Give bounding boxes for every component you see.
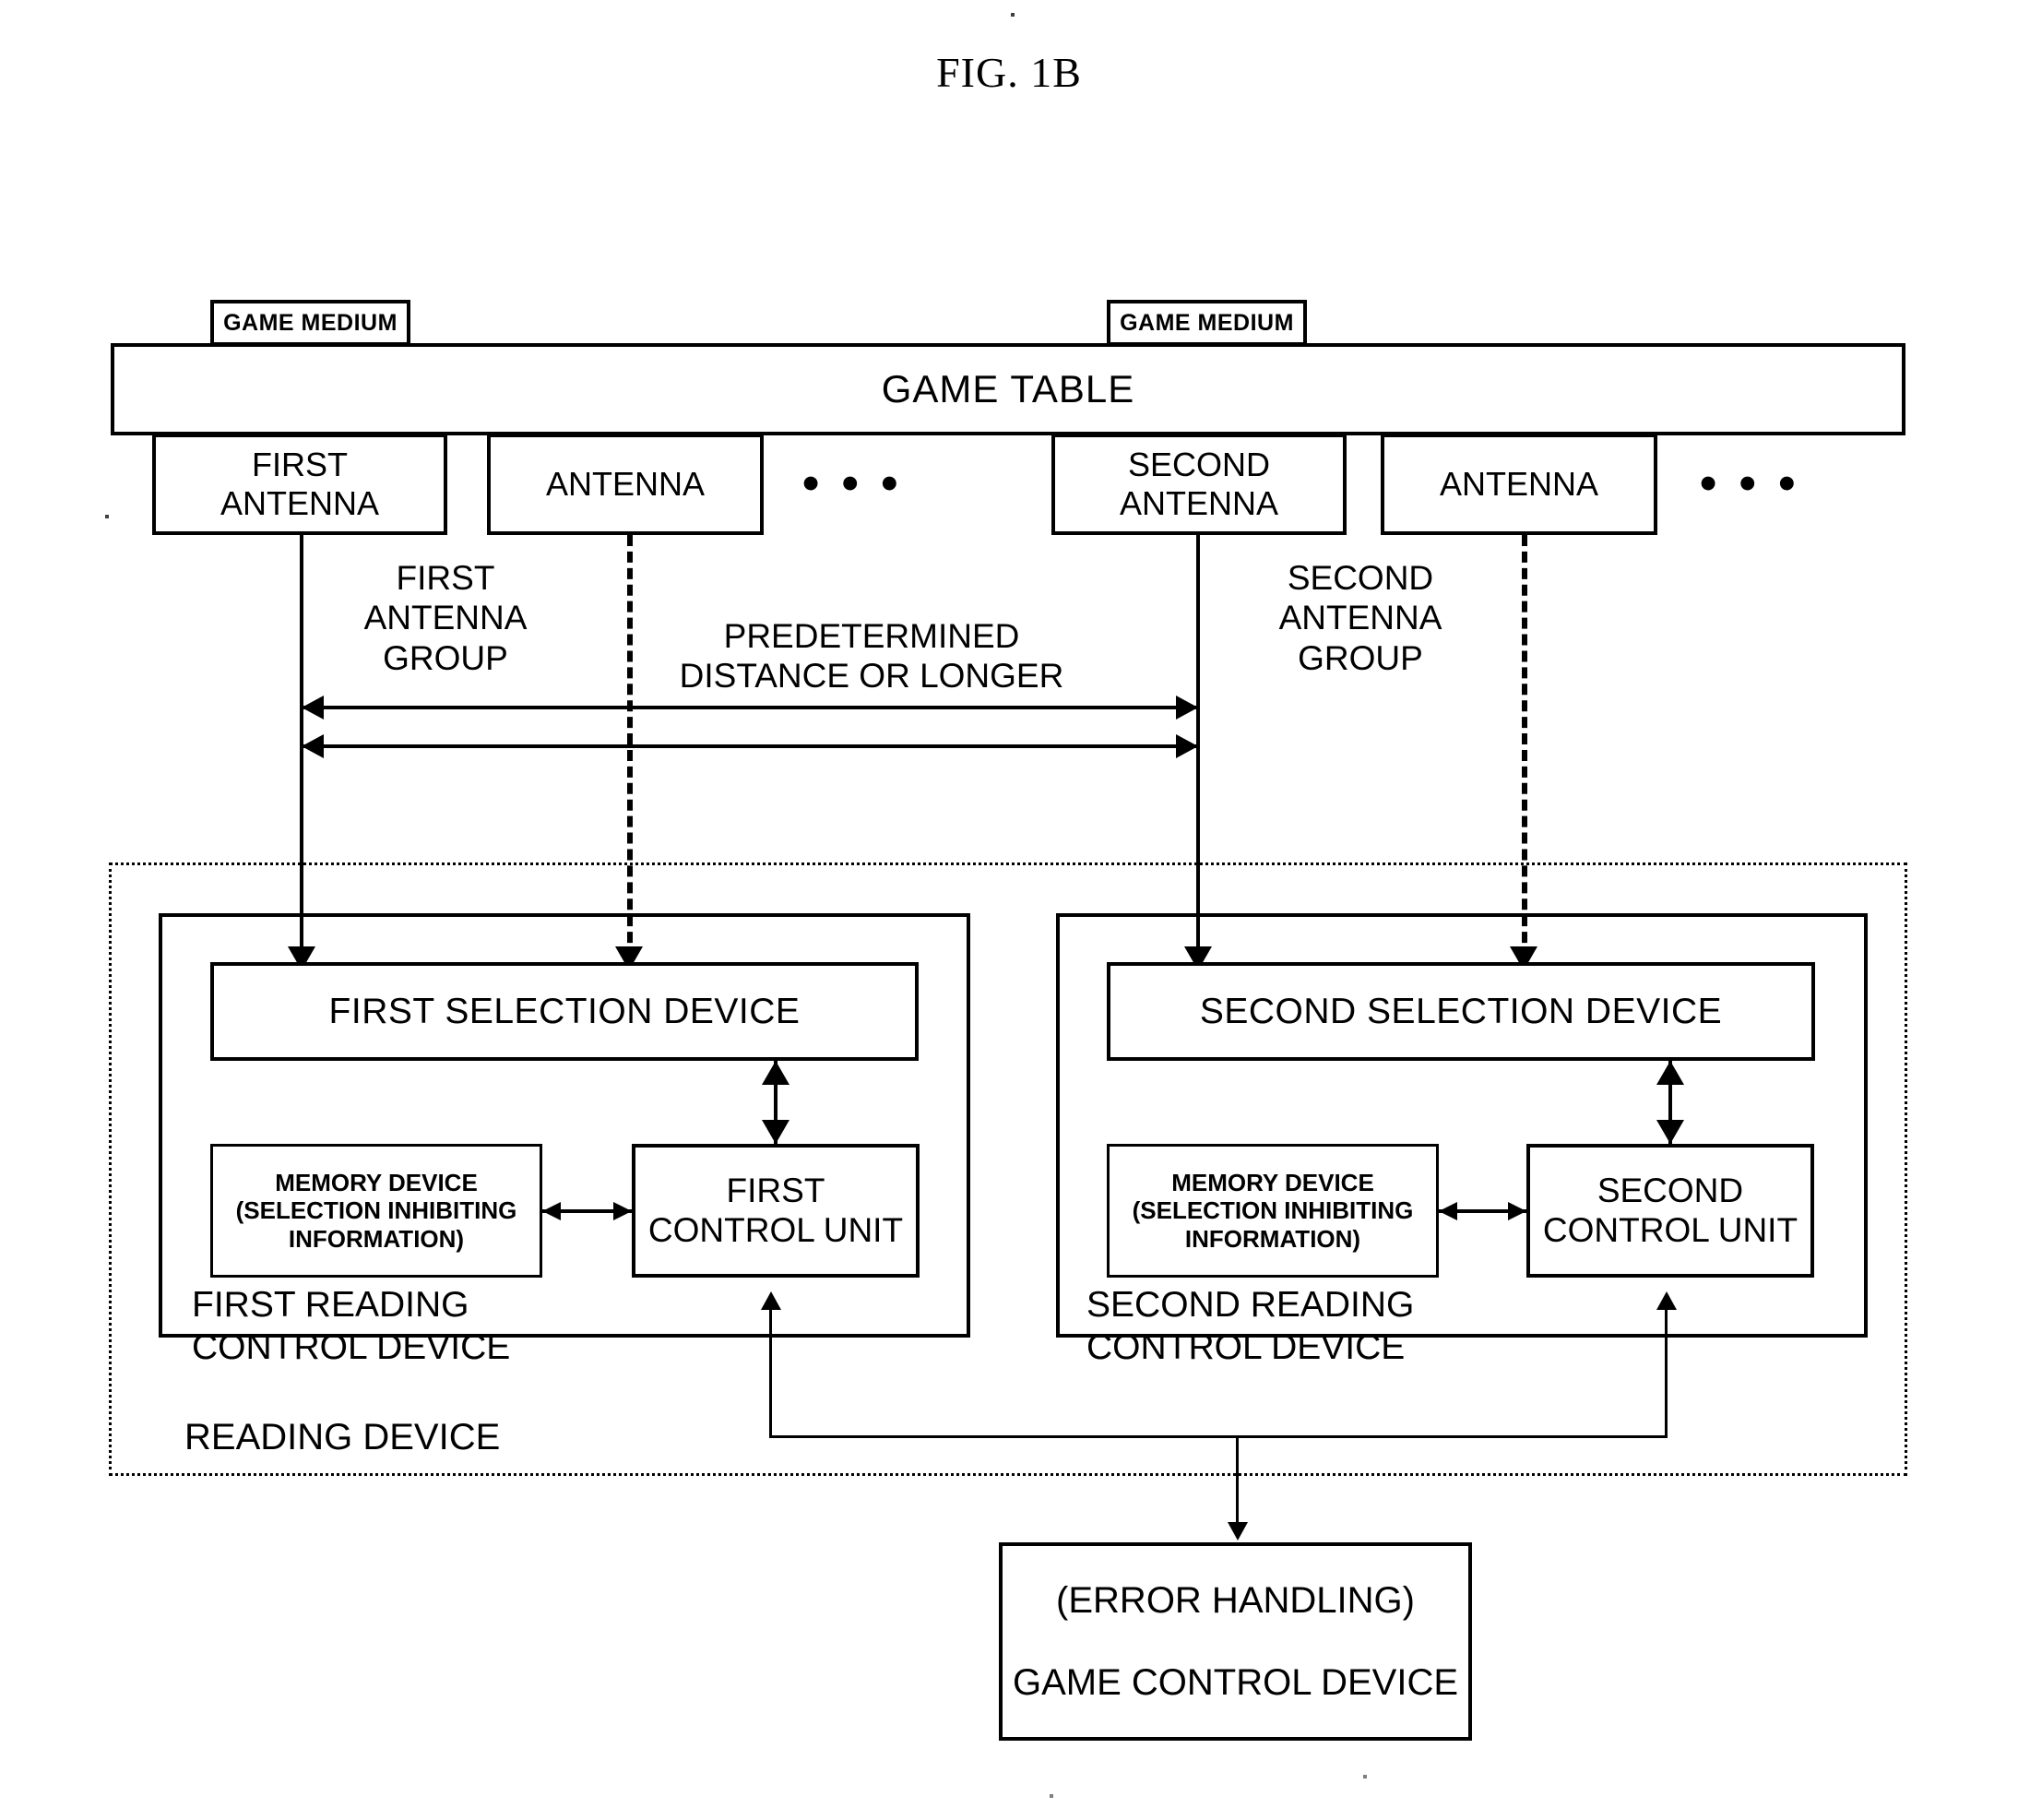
first-memory-device-label: MEMORY DEVICE (SELECTION INHIBITING INFO…: [235, 1169, 517, 1253]
antenna-box-first-2: ANTENNA: [487, 434, 764, 535]
game-medium-label-2: GAME MEDIUM: [1120, 309, 1294, 336]
ellipsis-second-group: • • •: [1700, 457, 1800, 510]
antenna-label-second-2: ANTENNA: [1439, 465, 1599, 504]
scan-speck: [1363, 1775, 1367, 1778]
game-control-device-line2: GAME CONTROL DEVICE: [1012, 1661, 1459, 1703]
arrowhead-first-ctrl-right: [613, 1202, 632, 1220]
distance-arrowhead-right-upper: [1176, 696, 1198, 720]
second-antenna-group-label: SECOND ANTENNA GROUP: [1278, 559, 1442, 677]
arrowhead-game-control-down: [1228, 1522, 1248, 1540]
antenna-label-first-2: ANTENNA: [545, 465, 706, 504]
ellipsis-first-group: • • •: [802, 457, 903, 510]
arrowhead-first-sel-up: [762, 1061, 789, 1085]
predetermined-distance-label: PREDETERMINED DISTANCE OR LONGER: [679, 617, 1064, 696]
scan-speck: [1050, 1794, 1053, 1798]
first-memory-device-box: MEMORY DEVICE (SELECTION INHIBITING INFO…: [210, 1144, 542, 1278]
reading-device-label: READING DEVICE: [184, 1417, 501, 1457]
second-control-unit-box: SECOND CONTROL UNIT: [1526, 1144, 1814, 1278]
distance-measure-line-lower: [302, 744, 1198, 748]
antenna-box-second: SECOND ANTENNA: [1051, 434, 1347, 535]
game-table-box: GAME TABLE: [111, 343, 1905, 435]
first-control-unit-box: FIRST CONTROL UNIT: [632, 1144, 920, 1278]
arrowhead-second-ctrl-right: [1508, 1202, 1526, 1220]
game-control-device-line1: (ERROR HANDLING): [1056, 1580, 1415, 1622]
second-memory-device-label: MEMORY DEVICE (SELECTION INHIBITING INFO…: [1132, 1169, 1414, 1253]
first-selection-device-box: FIRST SELECTION DEVICE: [210, 962, 919, 1061]
arrowhead-second-ctrl-riser-up: [1656, 1291, 1677, 1310]
antenna-label-first: FIRST ANTENNA: [220, 446, 380, 522]
distance-arrowhead-right-lower: [1176, 734, 1198, 758]
distance-arrowhead-left-upper: [302, 696, 324, 720]
second-selection-device-box: SECOND SELECTION DEVICE: [1107, 962, 1815, 1061]
game-table-label: GAME TABLE: [881, 366, 1135, 410]
scan-speck: [1011, 13, 1015, 17]
arrowhead-first-mem-left: [542, 1202, 561, 1220]
game-medium-box-1: GAME MEDIUM: [210, 300, 410, 346]
arrowhead-second-sel-up: [1656, 1061, 1684, 1085]
line-second-ctrl-riser: [1665, 1296, 1668, 1437]
line-bus-to-game-control: [1236, 1435, 1239, 1532]
line-control-bus: [769, 1435, 1668, 1438]
second-selection-device-label: SECOND SELECTION DEVICE: [1199, 991, 1723, 1031]
first-antenna-group-label: FIRST ANTENNA GROUP: [363, 559, 528, 677]
arrowhead-first-ctrl-down: [762, 1120, 789, 1144]
second-memory-device-box: MEMORY DEVICE (SELECTION INHIBITING INFO…: [1107, 1144, 1439, 1278]
game-control-device-box: (ERROR HANDLING) GAME CONTROL DEVICE: [999, 1542, 1472, 1741]
antenna-label-second: SECOND ANTENNA: [1119, 446, 1279, 522]
figure-title: FIG. 1B: [936, 49, 1082, 96]
game-medium-box-2: GAME MEDIUM: [1107, 300, 1307, 346]
distance-arrowhead-left-lower: [302, 734, 324, 758]
line-first-ctrl-riser: [769, 1296, 772, 1437]
first-reading-control-device-label: FIRST READING CONTROL DEVICE: [192, 1285, 511, 1367]
distance-measure-line-upper: [302, 706, 1198, 709]
figure-canvas: FIG. 1B GAME MEDIUM GAME MEDIUM GAME TAB…: [0, 0, 2018, 1820]
first-selection-device-label: FIRST SELECTION DEVICE: [328, 991, 801, 1031]
arrowhead-first-ctrl-riser-up: [761, 1291, 781, 1310]
game-medium-label-1: GAME MEDIUM: [223, 309, 398, 336]
antenna-box-first: FIRST ANTENNA: [152, 434, 447, 535]
antenna-box-second-2: ANTENNA: [1381, 434, 1657, 535]
arrowhead-second-ctrl-down: [1656, 1120, 1684, 1144]
arrowhead-second-mem-left: [1439, 1202, 1457, 1220]
scan-speck: [105, 515, 109, 518]
second-control-unit-label: SECOND CONTROL UNIT: [1542, 1171, 1798, 1249]
second-reading-control-device-label: SECOND READING CONTROL DEVICE: [1086, 1285, 1415, 1367]
first-control-unit-label: FIRST CONTROL UNIT: [647, 1171, 904, 1249]
